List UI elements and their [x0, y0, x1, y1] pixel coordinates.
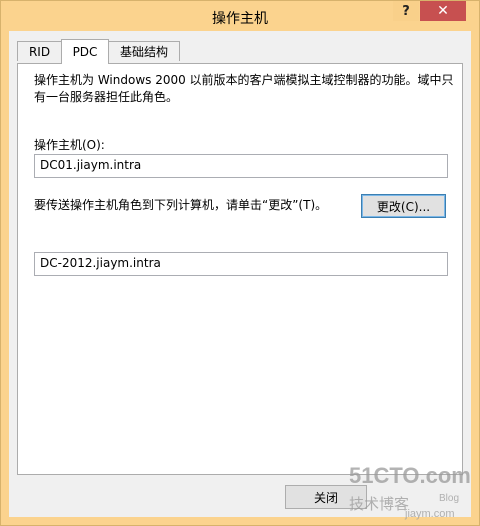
help-button[interactable]: ?: [393, 1, 419, 21]
title-bar: 操作主机 ? ✕: [1, 1, 479, 31]
watermark-logo: 51CTO.com 技术博客 Blog jiaym.com: [349, 463, 471, 520]
dialog-window: 操作主机 ? ✕ RID PDC 基础结构 操作主机为 Windows 2000…: [0, 0, 480, 526]
window-close-button[interactable]: ✕: [420, 1, 466, 21]
role-description: 操作主机为 Windows 2000 以前版本的客户端模拟主域控制器的功能。域中…: [34, 73, 454, 104]
change-button[interactable]: 更改(C)...: [361, 194, 446, 218]
help-icon: ?: [402, 3, 410, 19]
tab-rid-label: RID: [28, 44, 51, 59]
tab-rid[interactable]: RID: [17, 41, 62, 61]
operations-master-field[interactable]: DC01.jiaym.intra: [34, 154, 448, 178]
watermark-line4: jiaym.com: [404, 508, 455, 520]
watermark-line1: 51CTO.com: [349, 463, 471, 488]
tab-infrastructure[interactable]: 基础结构: [108, 41, 180, 61]
close-icon: ✕: [437, 3, 449, 19]
tab-infrastructure-label: 基础结构: [119, 45, 168, 59]
operations-master-label: 操作主机(O):: [34, 138, 105, 152]
transfer-instruction: 要传送操作主机角色到下列计算机，请单击“更改”(T)。: [34, 198, 328, 212]
tab-pdc[interactable]: PDC: [61, 39, 109, 64]
watermark-line3: Blog: [439, 493, 459, 504]
watermark-line2: 技术博客: [349, 495, 409, 513]
tab-pdc-label: PDC: [72, 45, 98, 59]
pdc-panel: 操作主机为 Windows 2000 以前版本的客户端模拟主域控制器的功能。域中…: [17, 63, 463, 475]
target-computer-field[interactable]: DC-2012.jiaym.intra: [34, 252, 448, 276]
